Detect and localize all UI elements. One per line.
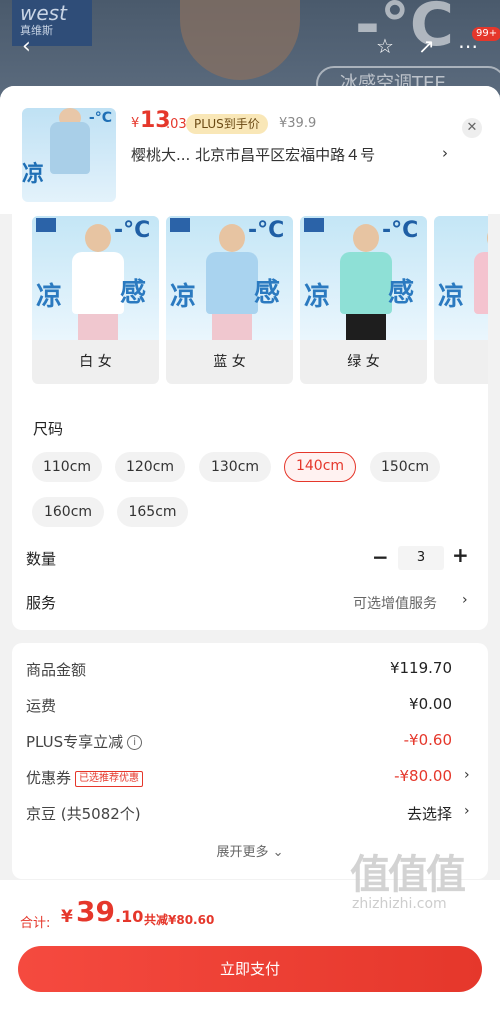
watermark-url: zhizhizhi.com <box>352 896 447 912</box>
pay-now-button[interactable]: 立即支付 <box>18 946 482 992</box>
freight-value: ¥0.00 <box>409 695 452 713</box>
total-savings: 共减¥80.60 <box>144 913 215 927</box>
jd-beans-label: 京豆 (共5082个) <box>26 805 141 823</box>
coupon-value[interactable]: -¥80.00 <box>394 767 452 785</box>
service-value[interactable]: 可选增值服务 <box>353 593 437 613</box>
quantity-minus-button[interactable]: − <box>372 545 389 569</box>
color-options: -°C凉感 白 女 -°C凉感 蓝 女 -°C凉感 绿 女 凉 粉 <box>32 216 488 386</box>
size-chip-110[interactable]: 110cm <box>32 452 102 482</box>
color-option-pink[interactable]: 凉 粉 <box>434 216 488 384</box>
total-integer: 39 <box>76 895 115 928</box>
favorite-star-icon[interactable]: ☆ <box>376 34 394 58</box>
chevron-right-icon[interactable]: › <box>462 592 468 608</box>
service-label: 服务 <box>26 594 57 612</box>
size-chip-140-selected[interactable]: 140cm <box>284 452 356 482</box>
delivery-address[interactable]: 樱桃大... 北京市昌平区宏福中路４号 <box>131 144 431 165</box>
jd-beans-value[interactable]: 去选择 <box>407 803 452 824</box>
plus-price-tag: PLUS到手价 <box>186 114 268 134</box>
plus-discount-value: -¥0.60 <box>403 731 452 749</box>
model-photo <box>180 0 300 80</box>
goods-amount-value: ¥119.70 <box>389 659 452 677</box>
color-option-green[interactable]: -°C 凉感 绿 女 <box>300 216 427 384</box>
coupon-label: 优惠券 <box>26 769 72 787</box>
plus-discount-label: PLUS专享立减 <box>26 733 124 751</box>
quantity-plus-button[interactable]: + <box>452 543 469 567</box>
banner-degree-text: -°C <box>355 0 454 60</box>
chevron-right-icon[interactable]: › <box>464 767 470 783</box>
coupon-row[interactable]: 优惠券 已选推荐优惠 <box>26 767 144 788</box>
size-chip-165[interactable]: 165cm <box>117 497 188 527</box>
quantity-label: 数量 <box>26 550 57 568</box>
color-label: 粉 <box>434 340 488 384</box>
chevron-right-icon[interactable]: › <box>442 144 448 162</box>
watermark-logo: 值值值 <box>350 852 466 898</box>
cart-badge: 99+ <box>472 27 500 41</box>
size-chip-150[interactable]: 150cm <box>370 452 440 482</box>
info-icon[interactable]: i <box>127 735 143 750</box>
price-decimal: .03 <box>166 117 187 132</box>
color-option-blue[interactable]: -°C 凉感 蓝 女 <box>166 216 293 384</box>
back-icon[interactable]: ‹ <box>22 34 31 59</box>
color-label: 蓝 女 <box>213 354 246 370</box>
share-icon[interactable]: ↗ <box>418 34 435 58</box>
total-decimal: .10 <box>115 907 144 926</box>
price-currency: ¥ <box>131 116 140 131</box>
product-thumbnail: 凉 -°C <box>22 108 116 202</box>
size-chip-130[interactable]: 130cm <box>199 452 271 482</box>
chevron-right-icon[interactable]: › <box>464 803 470 819</box>
total-currency: ¥ <box>61 907 73 927</box>
quantity-input[interactable]: 3 <box>398 546 444 570</box>
close-icon[interactable]: ✕ <box>462 118 482 138</box>
color-label: 绿 女 <box>347 354 380 370</box>
size-title: 尺码 <box>33 420 64 438</box>
original-price: ¥39.9 <box>279 116 317 131</box>
plus-discount-row: PLUS专享立减 i <box>26 731 143 752</box>
sku-card: -°C凉感 白 女 -°C凉感 蓝 女 -°C凉感 绿 女 凉 粉 尺码 110… <box>12 214 488 630</box>
total-label: 合计: <box>20 916 51 931</box>
color-label: 白 女 <box>79 354 112 370</box>
sheet-header: 凉 -°C ¥ 13 .03 PLUS到手价 ¥39.9 ✕ 樱桃大... 北京… <box>0 86 500 214</box>
coupon-tag: 已选推荐优惠 <box>75 770 144 787</box>
freight-label: 运费 <box>26 697 57 715</box>
goods-amount-label: 商品金额 <box>26 661 87 679</box>
size-chip-160[interactable]: 160cm <box>32 497 104 527</box>
color-option-white[interactable]: -°C 凉感 白 女 <box>32 216 159 384</box>
size-chip-120[interactable]: 120cm <box>115 452 185 482</box>
